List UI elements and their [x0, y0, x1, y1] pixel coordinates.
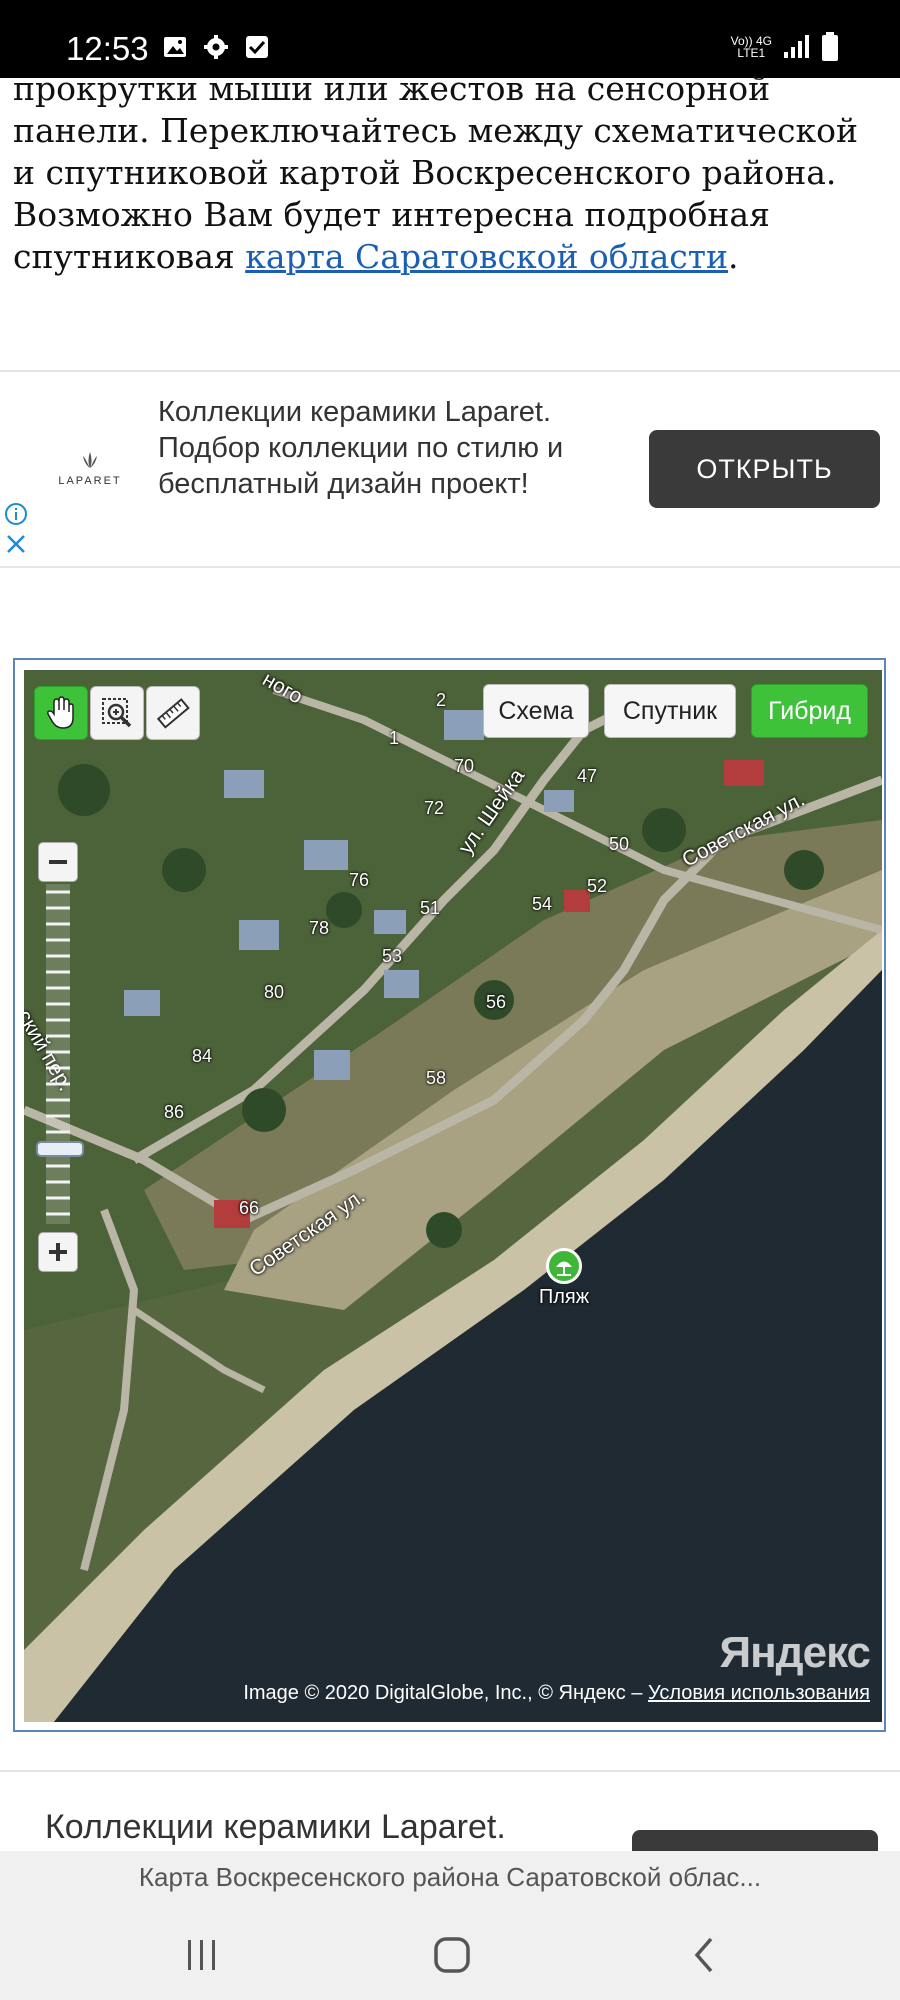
house-number: 66: [239, 1198, 260, 1218]
ad-bottom-text: Коллекции керамики Laparet.: [45, 1808, 506, 1846]
ad-open-button[interactable]: ОТКРЫТЬ: [649, 430, 880, 508]
back-icon: [694, 1937, 713, 1973]
house-number: 56: [486, 992, 507, 1012]
ad-banner[interactable]: LAPARET Коллекции керамики Laparet. Подб…: [0, 370, 900, 568]
checkbox-icon: [246, 36, 268, 58]
close-icon[interactable]: [4, 532, 28, 556]
gear-icon: [204, 35, 228, 59]
info-icon[interactable]: [4, 502, 28, 526]
ruler-tool-button[interactable]: [146, 686, 200, 740]
house-number: 78: [309, 918, 330, 938]
plus-icon: [49, 1243, 67, 1261]
map-type-hybrid-button[interactable]: Гибрид: [751, 684, 868, 738]
image-icon: [164, 37, 186, 57]
browser-page-title[interactable]: Карта Воскресенского района Саратовской …: [0, 1851, 900, 1903]
battery-icon: [822, 32, 838, 61]
house-number: 2: [436, 690, 447, 710]
beach-poi[interactable]: Пляж: [529, 1248, 599, 1309]
status-time: 12:53: [66, 30, 149, 67]
back-button[interactable]: [674, 1925, 734, 1985]
home-icon: [434, 1937, 470, 1973]
laparet-logo: LAPARET: [58, 450, 122, 487]
article-text: прокрутки мыши или жестов на сенсорной п…: [13, 69, 858, 276]
saratov-map-link[interactable]: карта Саратовской области: [245, 237, 728, 276]
system-nav-bar: [0, 1903, 900, 2000]
map-type-scheme-button[interactable]: Схема: [483, 684, 589, 738]
beach-icon: [546, 1248, 582, 1284]
house-number: 72: [424, 798, 445, 818]
yandex-logo: Яндекс: [719, 1628, 871, 1677]
zoom-select-icon: [102, 698, 132, 728]
house-number: 76: [349, 870, 370, 890]
hand-tool-button[interactable]: [34, 686, 88, 740]
status-right: Vo)) 4G LTE1: [731, 28, 840, 66]
minus-icon: [49, 860, 67, 864]
zoom-slider-track[interactable]: [38, 884, 78, 1224]
house-number: 70: [454, 756, 475, 776]
zoom-select-tool-button[interactable]: [90, 686, 144, 740]
network-indicator: Vo)) 4G LTE1: [730, 34, 772, 60]
house-number: 58: [426, 1068, 447, 1088]
house-number: 54: [532, 894, 553, 914]
map-copyright: Image © 2020 DigitalGlobe, Inc., © Яндек…: [243, 1682, 870, 1704]
signal-icon: [784, 35, 809, 58]
house-number: 1: [389, 728, 400, 748]
beach-label: Пляж: [538, 1286, 590, 1308]
house-number: 80: [264, 982, 285, 1002]
satellite-map[interactable]: 2 1 70 47 72 50 76 52 54 51 78 53 80 56 …: [24, 670, 882, 1722]
zoom-slider-handle[interactable]: [36, 1141, 84, 1158]
house-number: 50: [609, 834, 630, 854]
ad-text: Коллекции керамики Laparet. Подбор колле…: [158, 396, 564, 500]
laparet-logo-mark: [83, 452, 97, 468]
house-number: 52: [587, 876, 608, 896]
ruler-icon: [156, 698, 190, 729]
house-number: 47: [577, 766, 598, 786]
house-number: 51: [420, 898, 441, 918]
zoom-in-button[interactable]: [38, 1232, 78, 1272]
house-number: 86: [164, 1102, 185, 1122]
house-number: 53: [382, 946, 403, 966]
status-bar: 12:53 Vo)) 4G LTE1: [0, 0, 900, 78]
map-type-satellite-button[interactable]: Спутник: [604, 684, 736, 738]
hand-icon: [47, 696, 74, 729]
zoom-out-button[interactable]: [38, 842, 78, 882]
home-button[interactable]: [422, 1925, 482, 1985]
ad-banner-bottom[interactable]: Коллекции керамики Laparet.: [0, 1770, 900, 1870]
house-number: 84: [192, 1046, 213, 1066]
recent-apps-icon: [188, 1940, 215, 1970]
terms-link[interactable]: Условия использования: [648, 1682, 870, 1704]
recent-apps-button[interactable]: [172, 1925, 232, 1985]
